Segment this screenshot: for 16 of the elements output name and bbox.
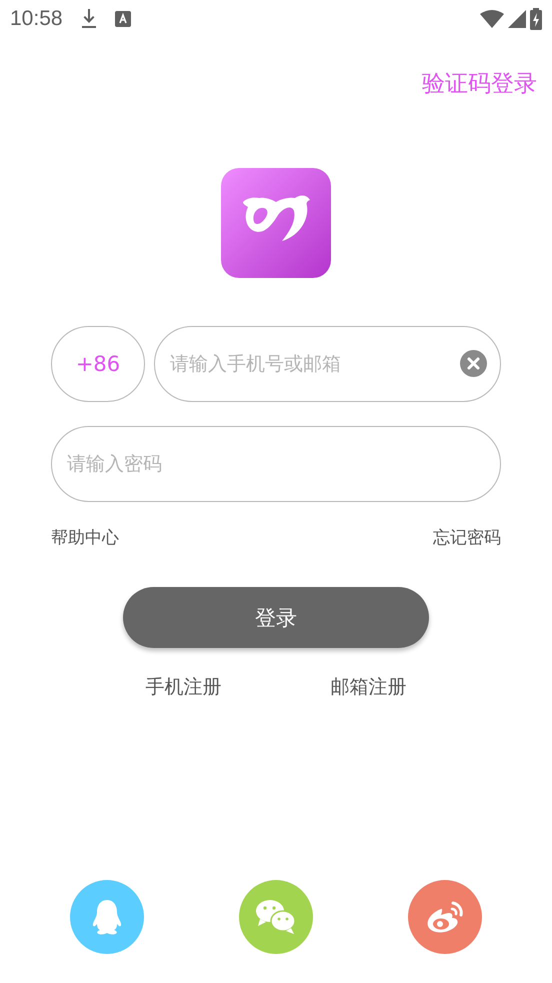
chat-bubbles-icon: [255, 899, 297, 935]
help-center-link[interactable]: 帮助中心: [51, 526, 119, 549]
battery-icon: [530, 8, 542, 30]
password-field[interactable]: 请输入密码: [51, 426, 501, 502]
status-time: 10:58: [10, 7, 63, 31]
forgot-password-link[interactable]: 忘记密码: [433, 526, 501, 549]
signal-icon: [508, 10, 526, 28]
letter-a-icon: [114, 11, 131, 27]
phone-email-field[interactable]: 请输入手机号或邮箱: [154, 326, 501, 402]
login-button[interactable]: 登录: [123, 587, 429, 648]
register-link[interactable]: 邮箱注册: [330, 674, 406, 700]
wifi-icon: [480, 10, 504, 28]
clear-icon[interactable]: [460, 350, 487, 377]
register-link[interactable]: 手机注册: [146, 674, 222, 700]
download-icon: [80, 9, 97, 29]
penguin-icon: [90, 898, 124, 936]
